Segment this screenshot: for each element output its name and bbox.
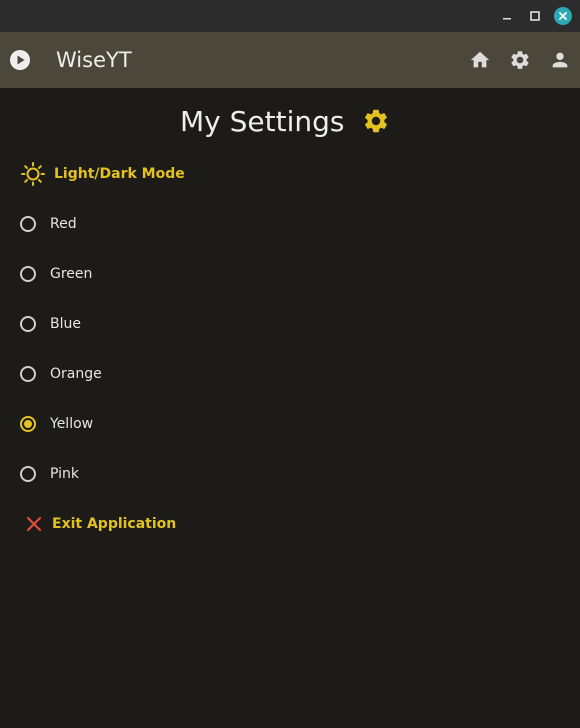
radio-label: Blue [50, 316, 81, 332]
maximize-button[interactable] [525, 6, 545, 26]
account-icon [552, 52, 568, 68]
radio-label: Red [50, 216, 77, 232]
radio-button[interactable] [20, 466, 36, 482]
light-dark-mode-label: Light/Dark Mode [54, 166, 185, 182]
close-button-circle [554, 7, 572, 25]
exit-application-label: Exit Application [52, 516, 177, 532]
page-title: My Settings [180, 105, 345, 138]
play-circle-icon[interactable] [9, 49, 31, 71]
radio-option-red[interactable]: Red [20, 208, 220, 240]
radio-button[interactable] [20, 316, 36, 332]
radio-option-pink[interactable]: Pink [20, 458, 220, 490]
account-button[interactable] [548, 48, 572, 72]
radio-label: Green [50, 266, 93, 282]
radio-button[interactable] [20, 216, 36, 232]
sun-icon [21, 162, 45, 186]
light-dark-mode-button[interactable]: Light/Dark Mode [20, 158, 220, 190]
radio-label: Orange [50, 366, 102, 382]
radio-option-orange[interactable]: Orange [20, 358, 220, 390]
radio-button-selected[interactable] [20, 416, 36, 432]
home-button[interactable] [468, 48, 492, 72]
radio-option-green[interactable]: Green [20, 258, 220, 290]
app-title: WiseYT [56, 48, 132, 72]
radio-button[interactable] [20, 366, 36, 382]
minimize-button[interactable] [497, 6, 517, 26]
radio-button[interactable] [20, 266, 36, 282]
settings-button[interactable] [508, 48, 532, 72]
close-icon [559, 12, 567, 20]
radio-option-yellow[interactable]: Yellow [20, 408, 220, 440]
minimize-icon [503, 18, 511, 20]
home-icon [470, 51, 490, 68]
close-x-icon [26, 516, 42, 532]
radio-label: Pink [50, 466, 80, 482]
exit-application-button[interactable]: Exit Application [24, 508, 224, 540]
radio-option-blue[interactable]: Blue [20, 308, 220, 340]
gear-icon [365, 109, 387, 133]
maximize-icon [530, 11, 540, 21]
radio-label: Yellow [50, 416, 94, 432]
window-titlebar [0, 0, 580, 32]
gear-icon [511, 51, 529, 69]
close-button[interactable] [553, 6, 573, 26]
